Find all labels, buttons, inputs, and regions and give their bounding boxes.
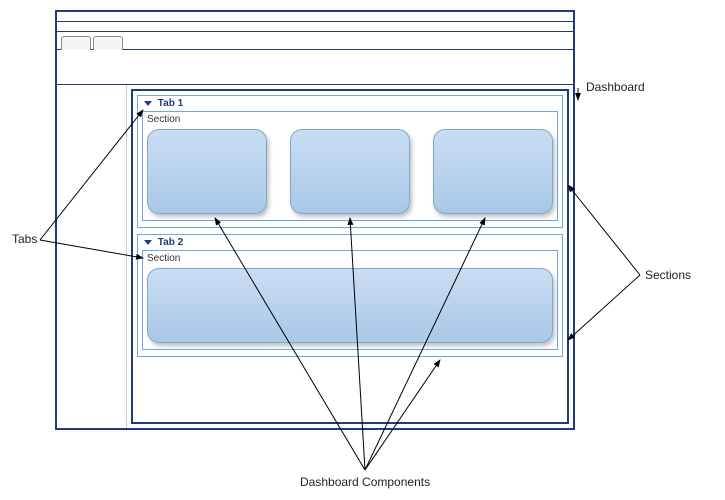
callout-components: Dashboard Components [300,475,430,489]
menu-bar [57,22,573,32]
chevron-down-icon [144,240,152,245]
tab-header-1[interactable]: Tab 1 [142,98,558,109]
dashboard-component-3[interactable] [433,129,553,214]
chevron-down-icon [144,101,152,106]
section-label: Section [147,253,553,264]
callout-sections: Sections [645,268,691,282]
window-tab-strip [57,32,573,50]
sidebar [57,85,127,428]
tab-group-2: Tab 2 Section [137,234,563,357]
app-window: Tab 1 Section Tab 2 [55,10,575,430]
title-bar [57,12,573,22]
dashboard-component-2[interactable] [290,129,410,214]
callout-tabs: Tabs [12,232,37,246]
tab-group-1: Tab 1 Section [137,95,563,228]
dashboard-component-1[interactable] [147,129,267,214]
tab-label: Tab 1 [158,98,183,109]
window-tab-2[interactable] [93,36,123,50]
dashboard: Tab 1 Section Tab 2 [131,89,569,424]
tab-header-2[interactable]: Tab 2 [142,237,558,248]
dashboard-component-wide[interactable] [147,268,553,343]
components-row [147,268,553,343]
tab-label: Tab 2 [158,237,183,248]
toolbar-area [57,50,573,85]
window-tab-1[interactable] [61,36,91,50]
callout-dashboard: Dashboard [586,80,645,94]
dashboard-area: Tab 1 Section Tab 2 [127,85,573,428]
section-1: Section [142,111,558,221]
section-label: Section [147,114,553,125]
section-2: Section [142,250,558,350]
content-row: Tab 1 Section Tab 2 [57,85,573,428]
components-row [147,129,553,214]
